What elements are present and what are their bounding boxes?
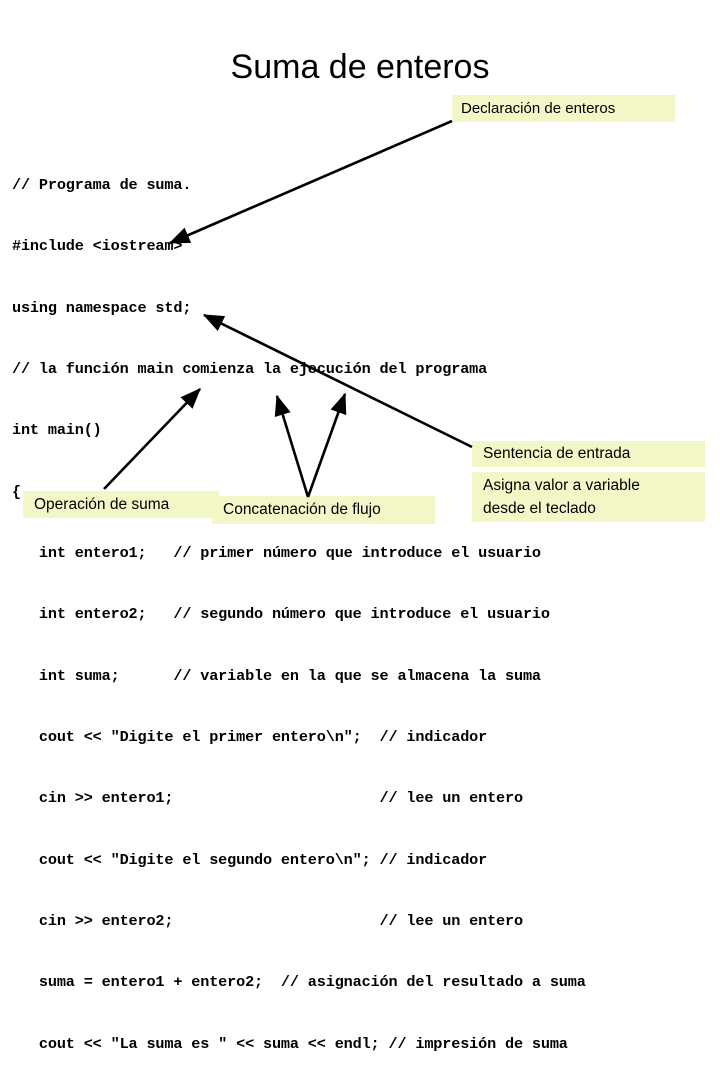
code-line: cout << "Digite el segundo entero\n"; //…	[12, 850, 488, 869]
code-line: int entero2; // segundo número que intro…	[12, 605, 550, 624]
code-line: int main()	[12, 421, 102, 440]
page-title: Suma de enteros	[230, 48, 490, 86]
code-line: cin >> entero1; // lee un entero	[12, 789, 523, 808]
code-line: cout << "La suma es " << suma << endl; /…	[12, 1034, 568, 1053]
callout-declaracion-de-enteros: Declaración de enteros	[452, 95, 675, 122]
callout-operacion-de-suma: Operación de suma	[23, 491, 219, 518]
callout-sentencia-de-entrada: Sentencia de entrada	[472, 441, 705, 467]
code-line: // la función main comienza la ejecución…	[12, 359, 488, 378]
code-line: int suma; // variable en la que se almac…	[12, 666, 541, 685]
code-line: #include <iostream>	[12, 237, 183, 256]
callout-asigna-valor-a-variable: Asigna valor a variable desde el teclado	[472, 472, 705, 522]
code-line: using namespace std;	[12, 298, 192, 317]
code-line: suma = entero1 + entero2; // asignación …	[12, 973, 586, 992]
callout-concatenacion-de-flujo: Concatenación de flujo	[212, 496, 435, 524]
code-line: cout << "Digite el primer entero\n"; // …	[12, 728, 488, 746]
code-line: cin >> entero2; // lee un entero	[12, 912, 523, 931]
code-listing: // Programa de suma. #include <iostream>…	[12, 134, 712, 1080]
slide-canvas: Suma de enteros // Programa de suma. #in…	[0, 0, 720, 1053]
code-line: // Programa de suma.	[12, 175, 192, 194]
code-line: int entero1; // primer número que introd…	[12, 543, 541, 562]
